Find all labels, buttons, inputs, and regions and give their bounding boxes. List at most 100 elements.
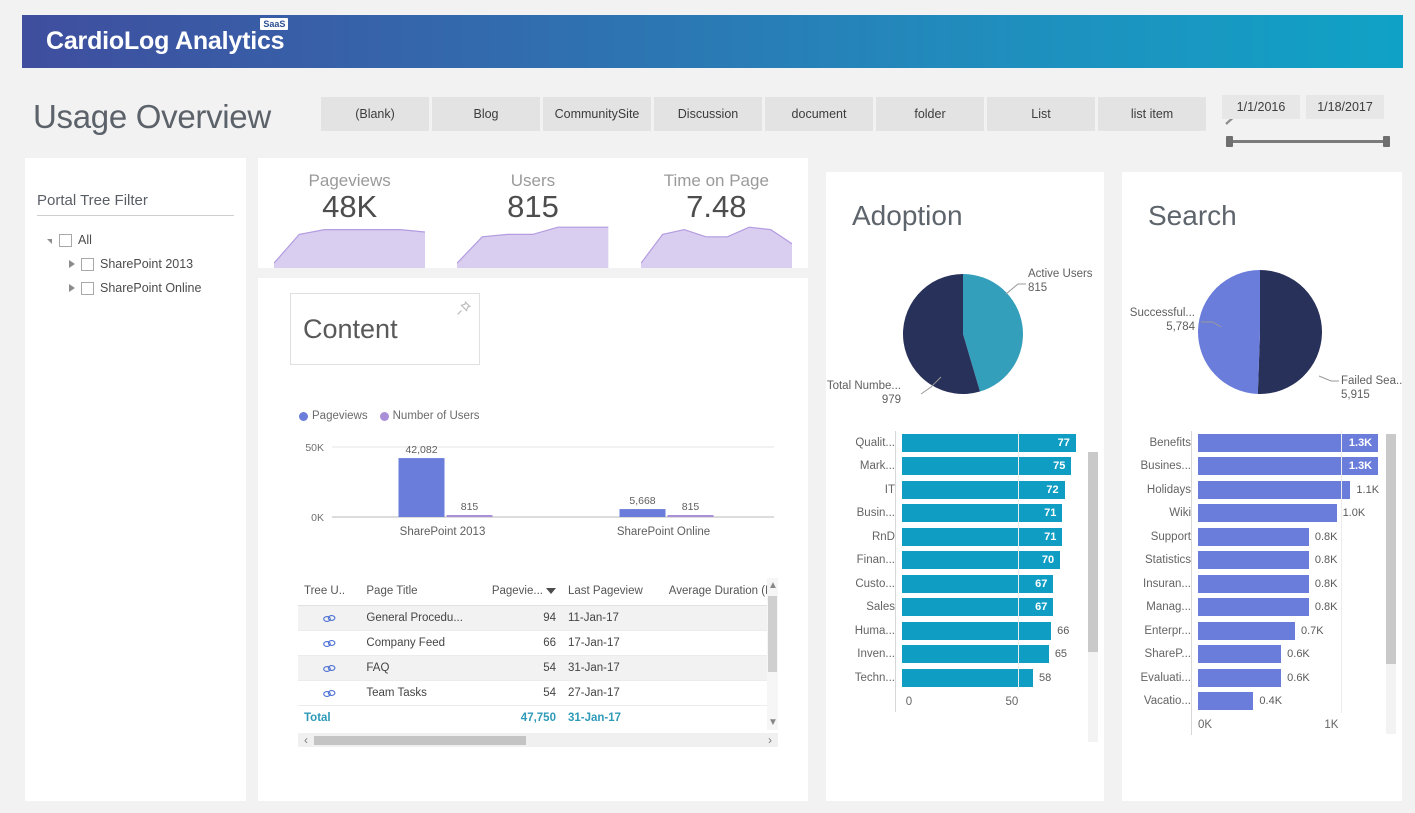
- pin-icon[interactable]: [455, 300, 472, 322]
- tree-node-all[interactable]: All: [43, 228, 246, 252]
- tree-node-sharepoint-online[interactable]: SharePoint Online: [65, 276, 246, 300]
- scroll-right-arrow[interactable]: ›: [762, 733, 778, 747]
- adoption-pie-chart[interactable]: Active Users 815 Total Numbe... 979: [826, 244, 1104, 419]
- bar-fill[interactable]: 66: [902, 621, 1069, 640]
- kpi-users[interactable]: Users 815: [441, 158, 624, 268]
- bar-fill[interactable]: 67: [902, 574, 1054, 593]
- chevron-right-icon[interactable]: [65, 258, 78, 271]
- checkbox[interactable]: [81, 257, 94, 271]
- column-header[interactable]: Page Title: [360, 578, 481, 606]
- bar-row[interactable]: Custo... 67: [840, 572, 1094, 596]
- legend-item[interactable]: Number of Users: [379, 410, 480, 422]
- date-range-start[interactable]: 1/1/2016: [1222, 95, 1300, 119]
- kpi-time-on-page[interactable]: Time on Page 7.48: [625, 158, 808, 268]
- scrollbar-thumb[interactable]: [1088, 452, 1098, 652]
- bar-fill[interactable]: 1.3K: [1198, 457, 1379, 476]
- bar-fill[interactable]: 0.8K: [1198, 527, 1337, 546]
- bar-row[interactable]: IT 72: [840, 478, 1094, 502]
- bar-fill[interactable]: 58: [902, 668, 1051, 687]
- sort-descending-icon[interactable]: [545, 587, 556, 594]
- bar-fill[interactable]: 0.7K: [1198, 621, 1324, 640]
- tab-folder[interactable]: folder: [876, 97, 984, 131]
- bar-row[interactable]: Inven... 65: [840, 643, 1094, 667]
- bar-row[interactable]: Mark... 75: [840, 455, 1094, 479]
- column-header[interactable]: Pagevie...: [480, 578, 562, 606]
- checkbox[interactable]: [59, 233, 72, 247]
- tab-list[interactable]: List: [987, 97, 1095, 131]
- tab-blank[interactable]: (Blank): [321, 97, 429, 131]
- link-icon[interactable]: [298, 605, 361, 631]
- pie-slice[interactable]: [1198, 270, 1260, 394]
- bar-fill[interactable]: 0.8K: [1198, 551, 1337, 570]
- bar-row[interactable]: Benefits 1.3K: [1136, 431, 1392, 455]
- search-bar-chart[interactable]: Benefits 1.3K Busines... 1.3K Holidays 1.1K Wi…: [1122, 431, 1402, 735]
- scrollbar-thumb[interactable]: [768, 596, 777, 672]
- tab-list-item[interactable]: list item: [1098, 97, 1206, 131]
- scroll-left-arrow[interactable]: ‹: [298, 733, 314, 747]
- bar-fill[interactable]: 65: [902, 645, 1067, 664]
- bar-fill[interactable]: 75: [902, 457, 1072, 476]
- scrollbar-thumb[interactable]: [1386, 434, 1396, 664]
- bar-row[interactable]: Busines... 1.3K: [1136, 455, 1392, 479]
- tab-blog[interactable]: Blog: [432, 97, 540, 131]
- bar-row[interactable]: Huma... 66: [840, 619, 1094, 643]
- tab-communitysite[interactable]: CommunitySite: [543, 97, 651, 131]
- table-row[interactable]: Team Tasks 54 27-Jan-17: [298, 680, 778, 706]
- bar-chart-scrollbar[interactable]: [1386, 434, 1396, 734]
- bar-fill[interactable]: 71: [902, 504, 1063, 523]
- bar-row[interactable]: Holidays 1.1K: [1136, 478, 1392, 502]
- date-range-slicer[interactable]: 1/1/2016 1/18/2017: [1222, 95, 1394, 147]
- kpi-pageviews[interactable]: Pageviews 48K: [258, 158, 441, 268]
- link-icon[interactable]: [298, 655, 361, 681]
- date-range-slider[interactable]: [1222, 136, 1394, 147]
- scrollbar-thumb[interactable]: [314, 735, 526, 745]
- bar-chart-scrollbar[interactable]: [1088, 452, 1098, 742]
- tree-node-sharepoint-2013[interactable]: SharePoint 2013: [65, 252, 246, 276]
- tab-document[interactable]: document: [765, 97, 873, 131]
- bar-fill[interactable]: 0.6K: [1198, 668, 1310, 687]
- bar-row[interactable]: Qualit... 77: [840, 431, 1094, 455]
- date-range-end[interactable]: 1/18/2017: [1306, 95, 1384, 119]
- column-header[interactable]: Tree U..: [298, 578, 361, 606]
- search-pie-chart[interactable]: Failed Sea... 5,915 Successful... 5,784: [1122, 244, 1406, 419]
- chevron-right-icon[interactable]: [65, 282, 78, 295]
- column-header[interactable]: Last Pageview: [561, 578, 663, 606]
- bar-fill[interactable]: 0.8K: [1198, 598, 1337, 617]
- bar-row[interactable]: ShareP... 0.6K: [1136, 643, 1392, 667]
- bar-row[interactable]: RnD 71: [840, 525, 1094, 549]
- bar-fill[interactable]: 1.0K: [1198, 504, 1365, 523]
- bar-row[interactable]: Support 0.8K: [1136, 525, 1392, 549]
- table-horizontal-scrollbar[interactable]: ‹ ›: [298, 733, 778, 747]
- link-icon[interactable]: [298, 680, 361, 706]
- column-header[interactable]: Average Duration (Mi: [662, 578, 778, 606]
- bar-fill[interactable]: 0.4K: [1198, 692, 1282, 711]
- tab-discussion[interactable]: Discussion: [654, 97, 762, 131]
- bar-row[interactable]: Techn... 58: [840, 666, 1094, 690]
- bar-row[interactable]: Wiki 1.0K: [1136, 502, 1392, 526]
- table-row[interactable]: Company Feed 66 17-Jan-17: [298, 630, 778, 656]
- slider-handle-left[interactable]: [1226, 136, 1233, 147]
- bar-row[interactable]: Busin... 71: [840, 502, 1094, 526]
- table-vertical-scrollbar[interactable]: ▲ ▼: [767, 578, 778, 730]
- table-row[interactable]: General Procedu... 94 11-Jan-17: [298, 605, 778, 631]
- bar-fill[interactable]: 0.8K: [1198, 574, 1337, 593]
- link-icon[interactable]: [298, 630, 361, 656]
- scroll-up-arrow[interactable]: ▲: [768, 580, 778, 591]
- content-bar-chart[interactable]: 0K 50K 42,082 815 SharePoint 2013 5,668 815 Sha…: [298, 433, 778, 543]
- bar-row[interactable]: Vacatio... 0.4K: [1136, 690, 1392, 714]
- adoption-bar-chart[interactable]: Qualit... 77 Mark... 75 IT 72 Busin... 71 RnD 71 F…: [826, 431, 1104, 712]
- content-table[interactable]: Tree U.. Page Title Pagevie... Last Pagevie…: [298, 578, 778, 747]
- bar-row[interactable]: Insuran... 0.8K: [1136, 572, 1392, 596]
- bar-fill[interactable]: 1.3K: [1198, 433, 1379, 452]
- bar-fill[interactable]: 70: [902, 551, 1061, 570]
- pie-slice[interactable]: [1257, 270, 1323, 394]
- bar-fill[interactable]: 0.6K: [1198, 645, 1310, 664]
- scroll-down-arrow[interactable]: ▼: [768, 717, 778, 728]
- bar-fill[interactable]: 1.1K: [1198, 480, 1379, 499]
- bar-fill[interactable]: 77: [902, 433, 1076, 452]
- bar-row[interactable]: Finan... 70: [840, 549, 1094, 573]
- bar-row[interactable]: Statistics 0.8K: [1136, 549, 1392, 573]
- bar-row[interactable]: Enterpr... 0.7K: [1136, 619, 1392, 643]
- chevron-down-icon[interactable]: [43, 234, 56, 247]
- bar-row[interactable]: Manag... 0.8K: [1136, 596, 1392, 620]
